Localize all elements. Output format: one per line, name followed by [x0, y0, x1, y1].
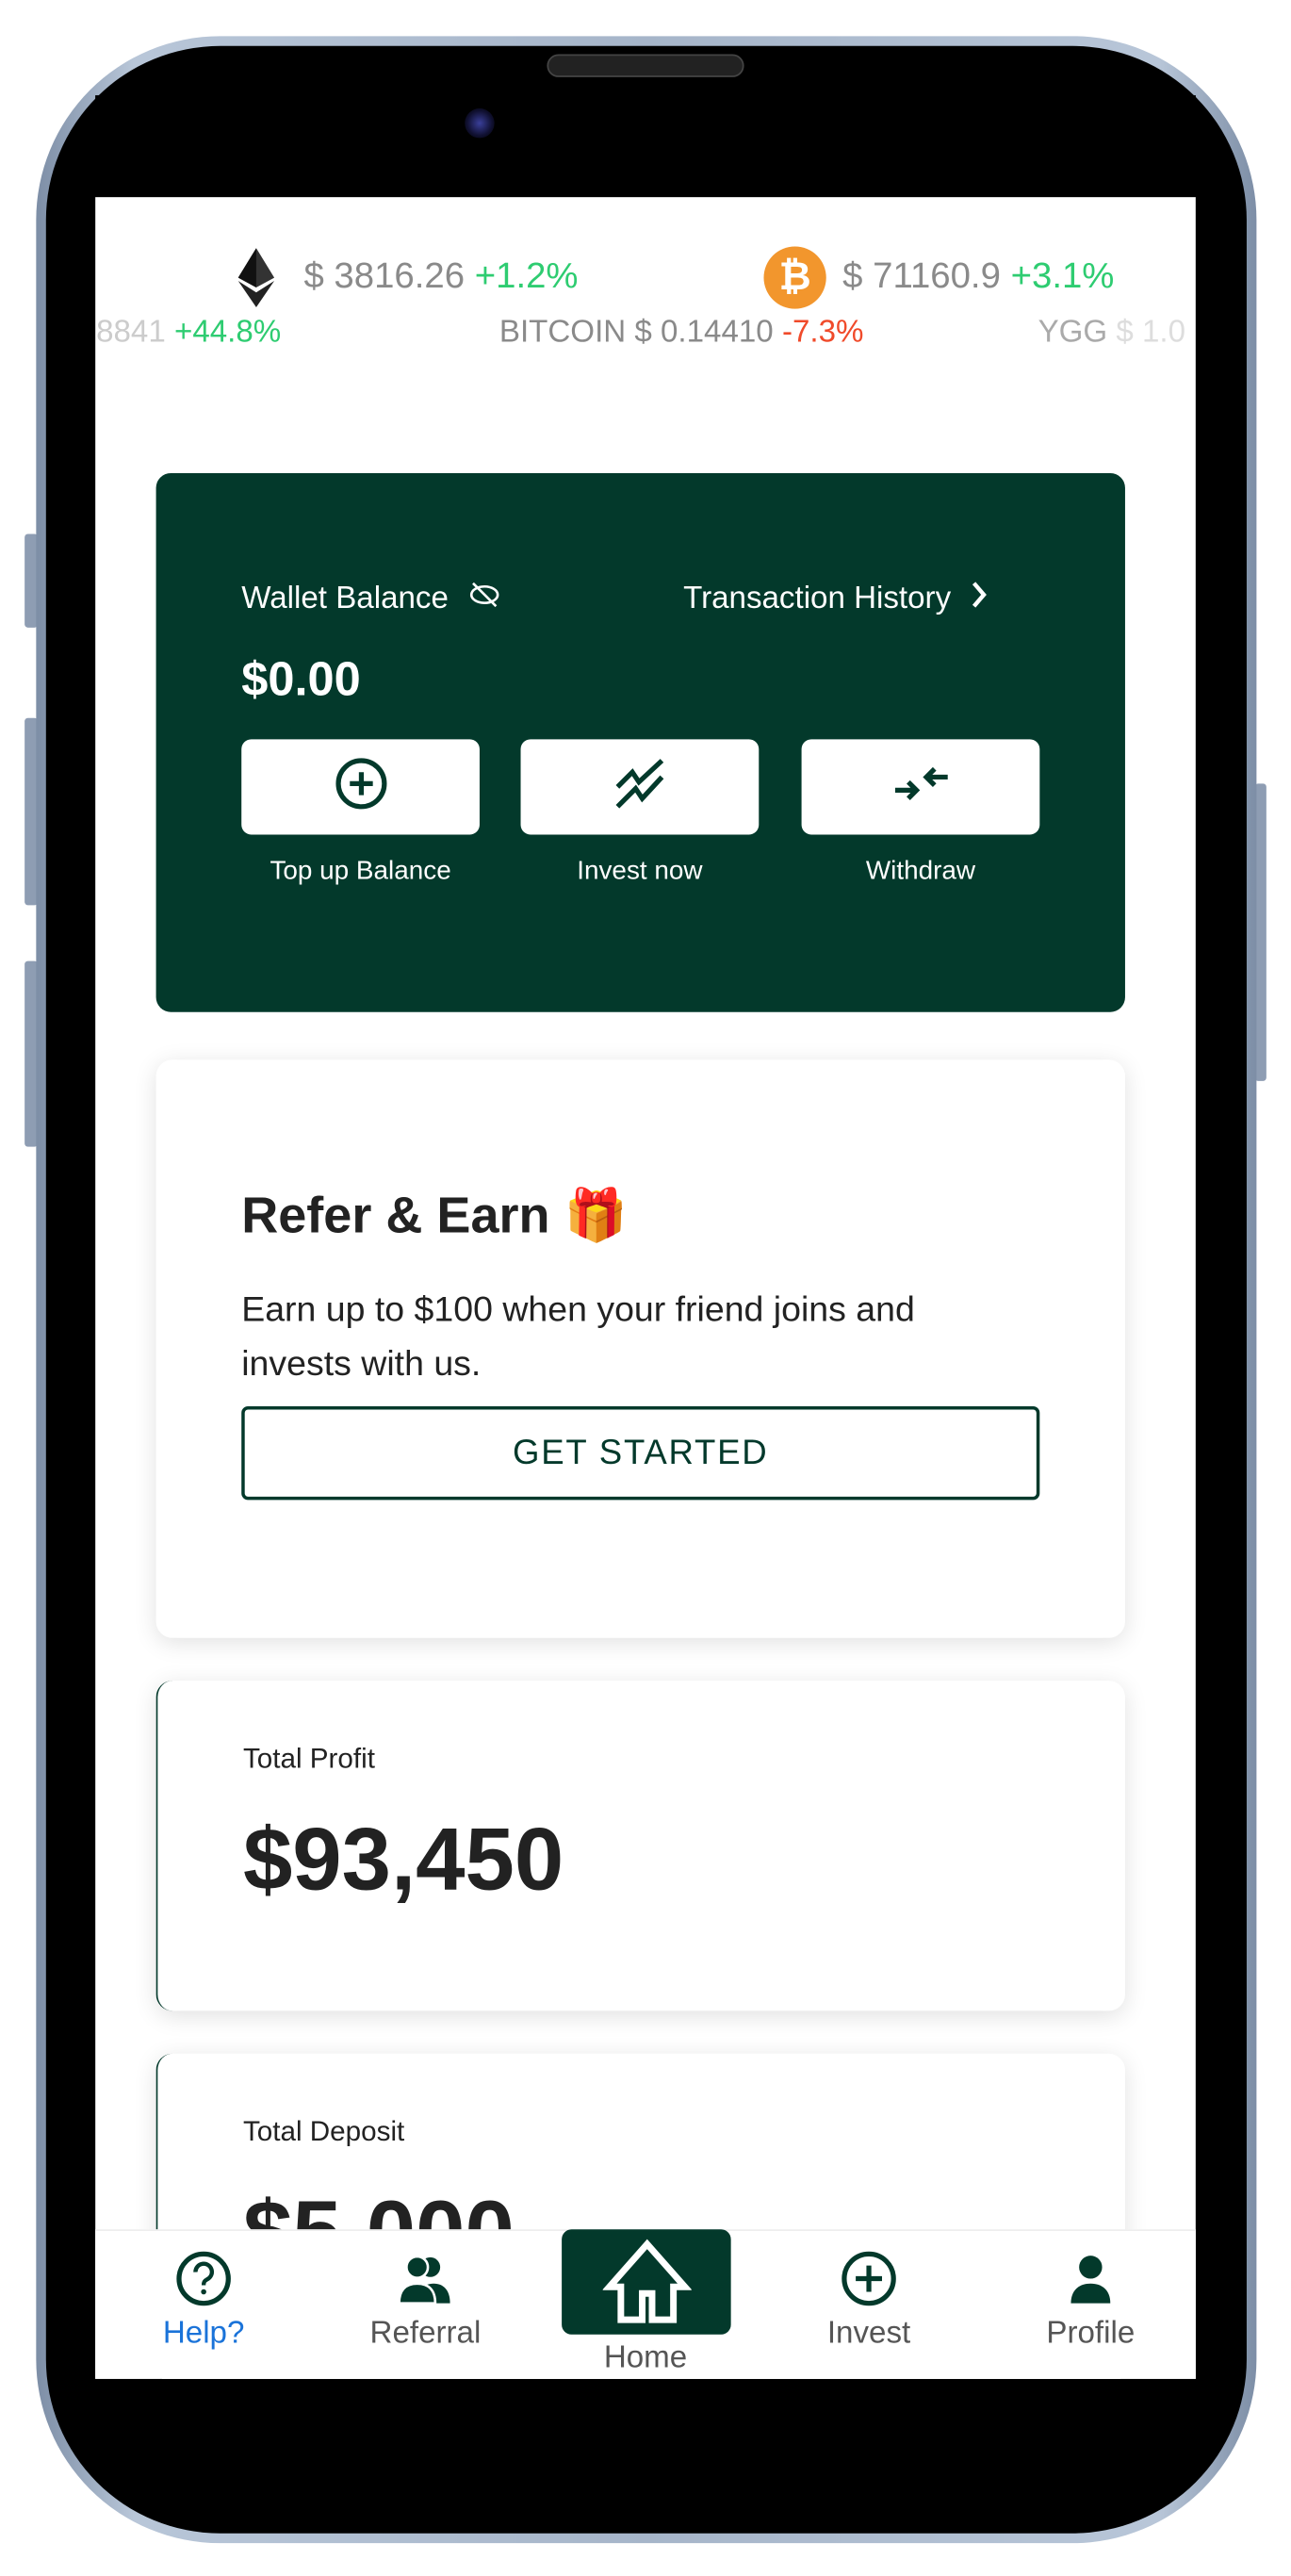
power-button	[1254, 783, 1266, 1081]
nav-help[interactable]: Help?	[113, 2231, 294, 2353]
get-started-button[interactable]: GET STARTED	[241, 1406, 1040, 1501]
app-content: $ 3816.26 +1.2% ₿ $ 71160.9 +3.1% 48841 …	[95, 197, 1196, 2379]
withdraw-label: Withdraw	[865, 857, 976, 886]
nav-label: Referral	[369, 2316, 482, 2352]
transaction-history-link[interactable]: Transaction History	[683, 580, 987, 619]
ticker-price: $ 71160.9	[842, 254, 1001, 296]
ticker-change: +44.8%	[173, 315, 282, 351]
screen: $ 3816.26 +1.2% ₿ $ 71160.9 +3.1% 48841 …	[95, 95, 1196, 2379]
refer-title: Refer & Earn 🎁	[241, 1185, 628, 1245]
user-icon	[1000, 2254, 1181, 2309]
bitcoin-icon: ₿	[763, 246, 826, 309]
speaker-grille	[547, 54, 744, 77]
wallet-card: Wallet Balance Transaction History $0.00	[155, 472, 1125, 1012]
transaction-history-label: Transaction History	[683, 582, 952, 616]
stat-value: $93,450	[242, 1810, 564, 1910]
stat-label: Total Deposit	[242, 2115, 405, 2148]
plus-circle-icon	[778, 2251, 959, 2310]
ticker-name: BITCOIN	[498, 315, 627, 351]
withdraw-button[interactable]	[801, 739, 1040, 835]
home-icon	[562, 2229, 731, 2335]
eye-slash-icon[interactable]	[468, 580, 501, 619]
ticker-name: YGG	[1038, 315, 1108, 351]
ticker-item: YGG $ 1.0	[1038, 316, 1185, 352]
wallet-header: Wallet Balance	[241, 580, 500, 619]
ticker-change: +3.1%	[1010, 254, 1115, 296]
refer-title-text: Refer & Earn	[241, 1186, 550, 1244]
top-up-label: Top up Balance	[270, 857, 451, 886]
stat-label: Total Profit	[242, 1743, 375, 1775]
ticker-price: $ 1.0	[1116, 315, 1186, 351]
nav-label: Profile	[1046, 2316, 1136, 2352]
invest-now-button[interactable]	[520, 739, 760, 835]
ticker-price: $ 0.14410	[634, 315, 774, 351]
trend-icon	[612, 757, 667, 817]
ethereum-icon	[237, 248, 275, 315]
plus-circle-icon	[335, 757, 387, 817]
help-circle-icon	[113, 2251, 294, 2310]
ticker-item: 48841 +44.8%	[95, 316, 281, 352]
wallet-balance: $0.00	[241, 653, 361, 707]
gift-icon: 🎁	[564, 1186, 628, 1244]
refer-description: Earn up to $100 when your friend joins a…	[241, 1289, 915, 1384]
invest-now-label: Invest now	[577, 857, 703, 886]
nav-label: Invest	[826, 2316, 911, 2352]
total-profit-card: Total Profit $93,450	[155, 1681, 1125, 2011]
top-up-button[interactable]	[241, 739, 480, 835]
ticker-eth: $ 3816.26 +1.2%	[303, 254, 578, 297]
users-icon	[335, 2254, 516, 2309]
nav-label: Help?	[162, 2316, 245, 2352]
ticker-item: BITCOIN $ 0.14410 -7.3%	[499, 316, 864, 352]
nav-referral[interactable]: Referral	[335, 2231, 516, 2353]
chevron-right-icon	[971, 580, 987, 619]
nav-profile[interactable]: Profile	[1000, 2231, 1181, 2353]
refer-card: Refer & Earn 🎁 Earn up to $100 when your…	[155, 1059, 1125, 1638]
nav-invest[interactable]: Invest	[778, 2231, 959, 2353]
ticker-btc: $ 71160.9 +3.1%	[842, 254, 1114, 297]
ticker-change: -7.3%	[781, 315, 864, 351]
wallet-title: Wallet Balance	[241, 582, 449, 616]
nav-label: Home	[603, 2340, 688, 2376]
ticker-change: +1.2%	[474, 254, 579, 296]
ticker-price: 48841	[95, 315, 166, 351]
camera-icon	[465, 108, 495, 139]
swap-arrows-icon	[891, 760, 951, 814]
ticker-price: $ 3816.26	[303, 254, 466, 296]
bottom-nav: Help? Referral Home Invest Profile	[95, 2229, 1196, 2379]
